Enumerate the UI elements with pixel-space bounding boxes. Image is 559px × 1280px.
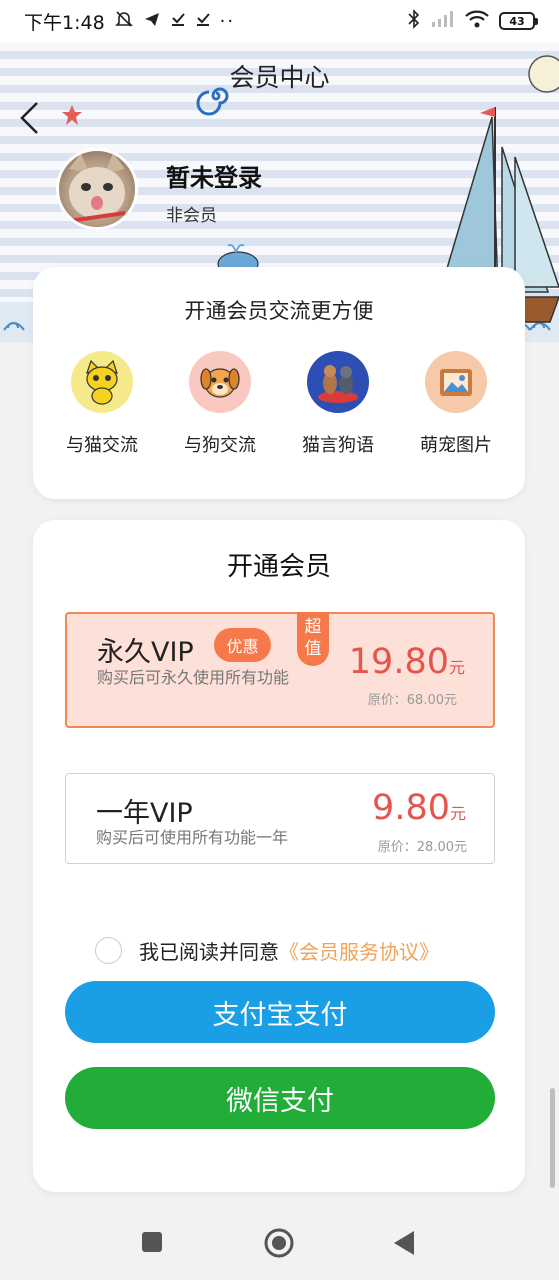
telegram-icon <box>143 10 161 33</box>
pets-icon <box>307 351 369 413</box>
plan-price: 9.80元 <box>372 788 466 828</box>
original-price: 原价：68.00元 <box>367 693 457 708</box>
status-time: 下午1:48 <box>24 11 105 34</box>
price-value: 19.80 <box>348 642 449 682</box>
feature-item-pets[interactable]: 猫言狗语 <box>288 351 388 457</box>
agreement-text: 我已阅读并同意 <box>139 940 279 964</box>
agreement-row: 我已阅读并同意 《会员服务协议》 <box>95 936 439 965</box>
feature-item-cat[interactable]: 与猫交流 <box>52 351 152 457</box>
member-status: 非会员 <box>166 206 217 226</box>
feature-label: 与狗交流 <box>184 435 256 456</box>
feature-label: 萌宠图片 <box>420 435 492 456</box>
cat-icon <box>71 351 133 413</box>
original-price: 原价：28.00元 <box>377 840 467 855</box>
feature-label: 与猫交流 <box>66 435 138 456</box>
bluetooth-icon <box>407 8 421 34</box>
membership-title: 开通会员 <box>226 552 331 582</box>
alipay-button[interactable]: 支付宝支付 <box>65 981 495 1043</box>
plan-name: 永久VIP <box>97 637 194 668</box>
page-title: 会员中心 <box>229 63 330 92</box>
chevron-left-icon <box>20 102 38 134</box>
plan-year-vip[interactable]: 一年VIP 购买后可使用所有功能一年 9.80元 原价：28.00元 <box>65 773 495 864</box>
scrollbar[interactable] <box>550 1088 555 1188</box>
plan-description: 购买后可使用所有功能一年 <box>96 828 289 847</box>
price-unit: 元 <box>449 804 466 823</box>
promo-badge: 优惠 <box>214 628 271 662</box>
user-name[interactable]: 暂未登录 <box>166 158 262 193</box>
wifi-icon <box>465 10 489 33</box>
home-button[interactable] <box>263 1227 295 1259</box>
membership-card: 开通会员 永久VIP 优惠 超值 购买后可永久使用所有功能 19.80元 原价：… <box>33 520 525 1192</box>
mute-icon <box>114 9 134 34</box>
back-button[interactable] <box>14 98 44 138</box>
triangle-back-icon <box>394 1231 414 1255</box>
value-tag-text: 超值 <box>304 617 322 659</box>
agreement-checkbox[interactable] <box>95 937 122 964</box>
download-done-icon <box>195 10 211 32</box>
square-icon <box>142 1232 162 1252</box>
download-done-icon <box>170 10 186 32</box>
agreement-link[interactable]: 《会员服务协议》 <box>279 936 439 965</box>
value-tag: 超值 <box>297 612 329 666</box>
navigation-bar <box>0 1200 559 1280</box>
battery-icon: 43 <box>499 12 538 30</box>
feature-card-title: 开通会员交流更方便 <box>184 299 374 323</box>
feature-item-pictures[interactable]: 萌宠图片 <box>406 351 506 457</box>
feature-item-dog[interactable]: 与狗交流 <box>170 351 270 457</box>
feature-label: 猫言狗语 <box>302 435 374 456</box>
signal-icon <box>431 10 455 33</box>
dog-icon <box>189 351 251 413</box>
feature-card: 开通会员交流更方便 与猫交流 与狗交流 猫言狗语 萌宠图片 <box>33 267 525 499</box>
price-value: 9.80 <box>372 788 450 828</box>
plan-description: 购买后可永久使用所有功能 <box>97 668 290 687</box>
more-notifications-icon: ·· <box>219 10 236 32</box>
recents-button[interactable] <box>140 1230 166 1256</box>
plan-name: 一年VIP <box>96 798 193 829</box>
plan-price: 19.80元 <box>349 642 465 682</box>
star-decoration <box>62 105 82 125</box>
plan-lifetime-vip[interactable]: 永久VIP 优惠 超值 购买后可永久使用所有功能 19.80元 原价：68.00… <box>65 612 495 728</box>
status-bar: 下午1:48 ·· 43 <box>0 0 559 42</box>
home-circle-icon <box>264 1228 294 1258</box>
picture-icon <box>425 351 487 413</box>
wechat-pay-button[interactable]: 微信支付 <box>65 1067 495 1129</box>
price-unit: 元 <box>448 658 465 677</box>
avatar[interactable] <box>56 148 138 230</box>
back-nav-button[interactable] <box>392 1230 418 1256</box>
